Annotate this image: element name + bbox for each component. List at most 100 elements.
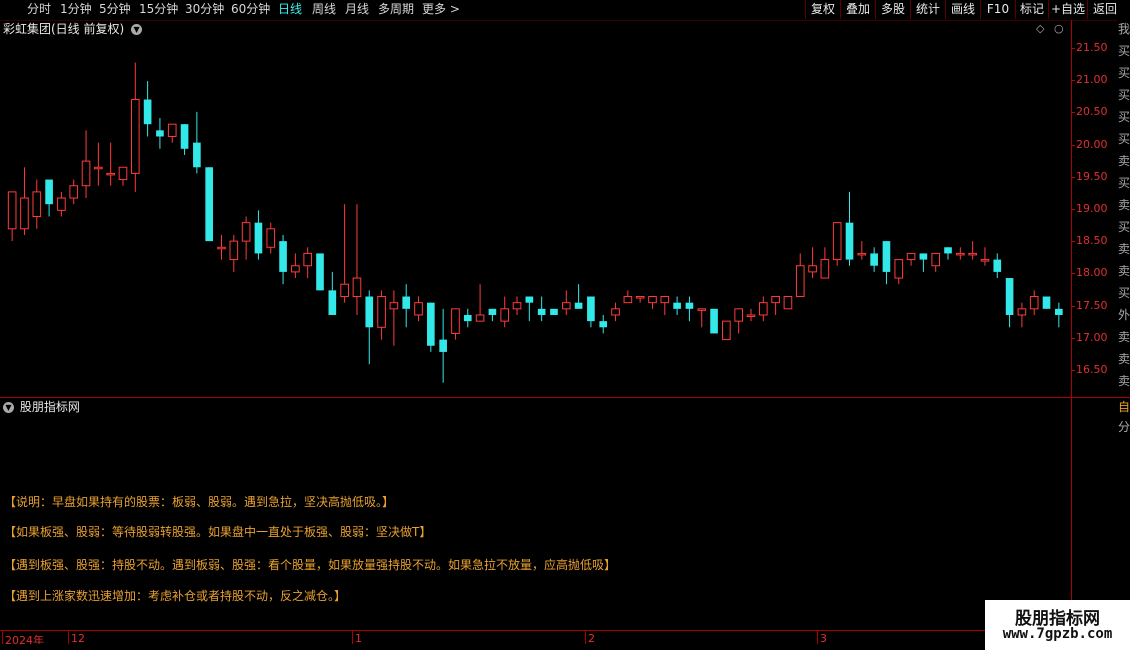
candle-body <box>352 277 362 298</box>
indicator-note: 【遇到板强、股强：持股不动。遇到板弱、股强：看个股量，如果放量强持股不动。如果急… <box>4 558 617 572</box>
period-15min[interactable]: 15分钟 <box>139 1 178 18</box>
candle <box>697 308 707 328</box>
candle-body <box>931 252 941 267</box>
multi-stock-button[interactable]: 多股 <box>875 0 910 19</box>
price-tick: 20.50 <box>1072 105 1108 118</box>
candle <box>365 290 374 365</box>
candle <box>254 210 263 260</box>
diamond-icon[interactable]: ◇ <box>1036 22 1044 35</box>
indicator-title[interactable]: ▼ 股朋指标网 <box>0 398 80 416</box>
price-tick: 17.00 <box>1072 331 1108 344</box>
candle-body <box>32 191 42 217</box>
candle-body <box>758 302 768 316</box>
draw-line-button[interactable]: 画线 <box>945 0 980 19</box>
candle <box>660 296 670 315</box>
candle-body <box>980 259 990 262</box>
candlestick-chart[interactable] <box>0 38 1071 395</box>
candle-body <box>956 252 965 256</box>
mark-button[interactable]: 标记 <box>1015 0 1048 19</box>
candle <box>512 296 522 315</box>
candle-body <box>599 321 608 328</box>
overlay-button[interactable]: 叠加 <box>840 0 875 19</box>
candle-body <box>783 296 793 310</box>
candle-body <box>635 296 645 299</box>
candle-body <box>20 197 29 230</box>
stock-name: 彩虹集团(日线 前复权) <box>3 22 125 36</box>
bottom-bar <box>0 644 1071 650</box>
candle-body <box>328 290 337 315</box>
candle-body <box>611 308 620 316</box>
indicator-axis-line <box>1071 398 1072 630</box>
circle-icon[interactable]: ○ <box>1054 22 1064 35</box>
candle <box>685 296 694 322</box>
order-book-label: 卖 <box>1118 352 1130 366</box>
candle-body <box>118 166 128 181</box>
period-5min[interactable]: 5分钟 <box>99 1 131 18</box>
candle-body <box>254 222 263 254</box>
candle-body <box>587 296 595 322</box>
candle <box>193 111 201 174</box>
indicator-name: 股朋指标网 <box>19 400 80 414</box>
candle <box>845 191 854 266</box>
candle-body <box>365 296 374 328</box>
candle-body <box>94 166 103 170</box>
order-book-label: 卖 <box>1118 242 1130 256</box>
candle <box>291 253 300 279</box>
period-multi[interactable]: 多周期 <box>378 1 414 18</box>
order-book-label: 我 <box>1118 22 1130 36</box>
candle-body <box>512 302 522 310</box>
candle-body <box>427 302 435 346</box>
candle <box>734 308 743 334</box>
candle-body <box>279 241 287 272</box>
candle-body <box>439 339 447 352</box>
chevron-down-icon[interactable]: ▼ <box>3 402 14 413</box>
candle <box>143 81 152 137</box>
candle <box>783 296 793 310</box>
period-1min[interactable]: 1分钟 <box>60 1 92 18</box>
indicator-note: 【说明：早盘如果持有的股票：板弱、股弱。遇到急拉，坚决高抛低吸。】 <box>4 495 395 509</box>
back-button[interactable]: 返回 <box>1087 0 1122 19</box>
period-monthly[interactable]: 月线 <box>345 1 369 18</box>
candle-body <box>266 228 276 248</box>
candle <box>795 253 805 298</box>
period-weekly[interactable]: 周线 <box>312 1 336 18</box>
candle <box>550 308 558 315</box>
candle-body <box>710 308 718 334</box>
candle <box>771 296 780 315</box>
candle-body <box>205 167 213 242</box>
period-60min[interactable]: 60分钟 <box>231 1 270 18</box>
price-tick: 21.50 <box>1072 41 1108 54</box>
period-more[interactable]: 更多 > <box>422 1 460 18</box>
adjust-button[interactable]: 复权 <box>805 0 840 19</box>
candle <box>7 191 17 242</box>
candle-body <box>7 191 17 230</box>
order-book-label: 买 <box>1118 44 1130 58</box>
period-30min[interactable]: 30分钟 <box>185 1 224 18</box>
price-tick: 18.00 <box>1072 266 1108 279</box>
candle <box>1005 278 1014 328</box>
watermark-url: www.7gpzb.com <box>1002 626 1113 642</box>
candle-body <box>414 302 423 316</box>
candle-body <box>550 308 558 315</box>
statistics-button[interactable]: 统计 <box>910 0 945 19</box>
f10-button[interactable]: F10 <box>980 0 1015 19</box>
chart-corner-icons: ◇ ○ <box>1036 22 1064 35</box>
candle <box>1042 296 1051 309</box>
candle-body <box>291 265 300 273</box>
candle <box>217 234 226 260</box>
period-intraday[interactable]: 分时 <box>27 1 51 18</box>
add-watchlist-button[interactable]: +自选 <box>1048 0 1087 19</box>
candle <box>402 284 411 328</box>
candle <box>488 308 497 322</box>
candle <box>439 308 447 383</box>
candle <box>611 302 620 322</box>
candle-body <box>1005 278 1014 315</box>
candle <box>980 247 990 266</box>
candle <box>648 296 657 309</box>
period-daily[interactable]: 日线 <box>278 1 302 18</box>
candle <box>427 302 435 352</box>
order-book-label: 买 <box>1118 66 1130 80</box>
candle-body <box>463 314 472 322</box>
chevron-down-icon[interactable]: ▼ <box>131 24 143 35</box>
candle <box>906 252 916 266</box>
